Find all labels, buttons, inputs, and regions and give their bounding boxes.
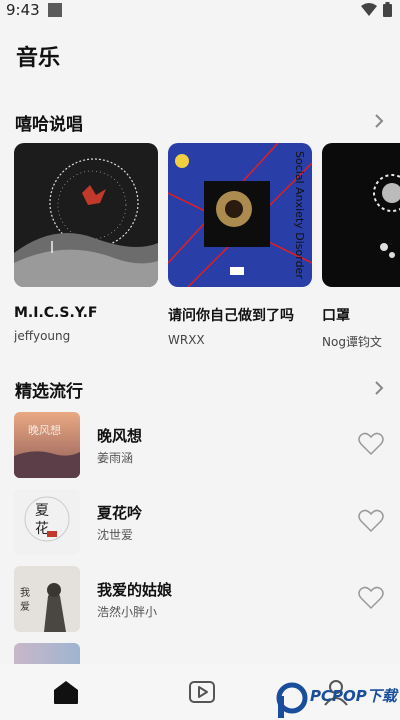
song-cover[interactable]: 晚风想	[14, 412, 80, 478]
status-bar: 9:43	[0, 0, 400, 20]
song-row[interactable]: 晚风想 晚风想 姜雨涵	[14, 412, 386, 478]
album-cover[interactable]	[322, 143, 400, 287]
watermark-text: PCPOP下载	[310, 687, 397, 705]
battery-icon	[383, 2, 392, 17]
album-carousel[interactable]: M.I.C.S.Y.F jeffyoung Social Anxiety Dis…	[14, 143, 400, 353]
watermark-logo-icon	[276, 682, 308, 718]
notification-icon	[47, 3, 62, 17]
song-cover[interactable]: 我 爱	[14, 566, 80, 632]
svg-text:爱: 爱	[20, 600, 30, 613]
album-card[interactable]: 口罩 Nog谭钧文	[322, 143, 400, 350]
song-artist: 沈世爱	[97, 528, 134, 542]
section-header-featured[interactable]: 精选流行	[0, 373, 400, 403]
wifi-icon	[361, 2, 377, 16]
section-header-hiphop[interactable]: 嘻哈说唱	[0, 106, 400, 136]
svg-text:我: 我	[20, 587, 30, 599]
heart-icon[interactable]	[358, 509, 384, 533]
album-title: M.I.C.S.Y.F	[14, 305, 98, 321]
song-row[interactable]: 我 爱 我爱的姑娘 浩然小胖小	[14, 566, 386, 632]
svg-text:夏: 夏	[35, 503, 49, 519]
page-title: 音乐	[16, 46, 61, 71]
heart-icon[interactable]	[358, 432, 384, 456]
svg-text:Social Anxiety Disorder: Social Anxiety Disorder	[293, 151, 306, 279]
svg-text:晚风想: 晚风想	[28, 423, 61, 437]
song-row[interactable]: 夏 花 夏花吟 沈世爱	[14, 489, 386, 555]
chevron-right-icon[interactable]	[372, 112, 386, 130]
album-artist: jeffyoung	[14, 329, 71, 343]
album-cover[interactable]: Social Anxiety Disorder	[168, 143, 312, 287]
video-icon[interactable]	[188, 678, 216, 706]
album-card[interactable]: Social Anxiety Disorder 请问你自己做到了吗 WRXX	[168, 143, 312, 347]
status-icons	[361, 2, 392, 17]
song-title: 夏花吟	[97, 504, 143, 522]
song-title: 晚风想	[97, 427, 143, 445]
watermark: PCPOP下载	[276, 682, 400, 720]
song-artist: 浩然小胖小	[97, 605, 158, 619]
album-artist: Nog谭钧文	[322, 335, 382, 349]
status-time: 9:43	[6, 1, 40, 19]
album-cover[interactable]	[14, 143, 158, 287]
song-artist: 姜雨涵	[97, 451, 134, 465]
svg-text:花: 花	[35, 521, 49, 537]
home-icon[interactable]	[52, 678, 80, 706]
section-title: 精选流行	[15, 382, 83, 402]
album-card[interactable]: M.I.C.S.Y.F jeffyoung	[14, 143, 158, 343]
chevron-right-icon[interactable]	[372, 379, 386, 397]
section-title: 嘻哈说唱	[15, 115, 83, 135]
album-title: 请问你自己做到了吗	[168, 308, 294, 324]
song-cover[interactable]: 夏 花	[14, 489, 80, 555]
heart-icon[interactable]	[358, 586, 384, 610]
song-title: 我爱的姑娘	[97, 581, 173, 599]
album-title: 口罩	[322, 308, 350, 324]
album-artist: WRXX	[168, 333, 205, 347]
